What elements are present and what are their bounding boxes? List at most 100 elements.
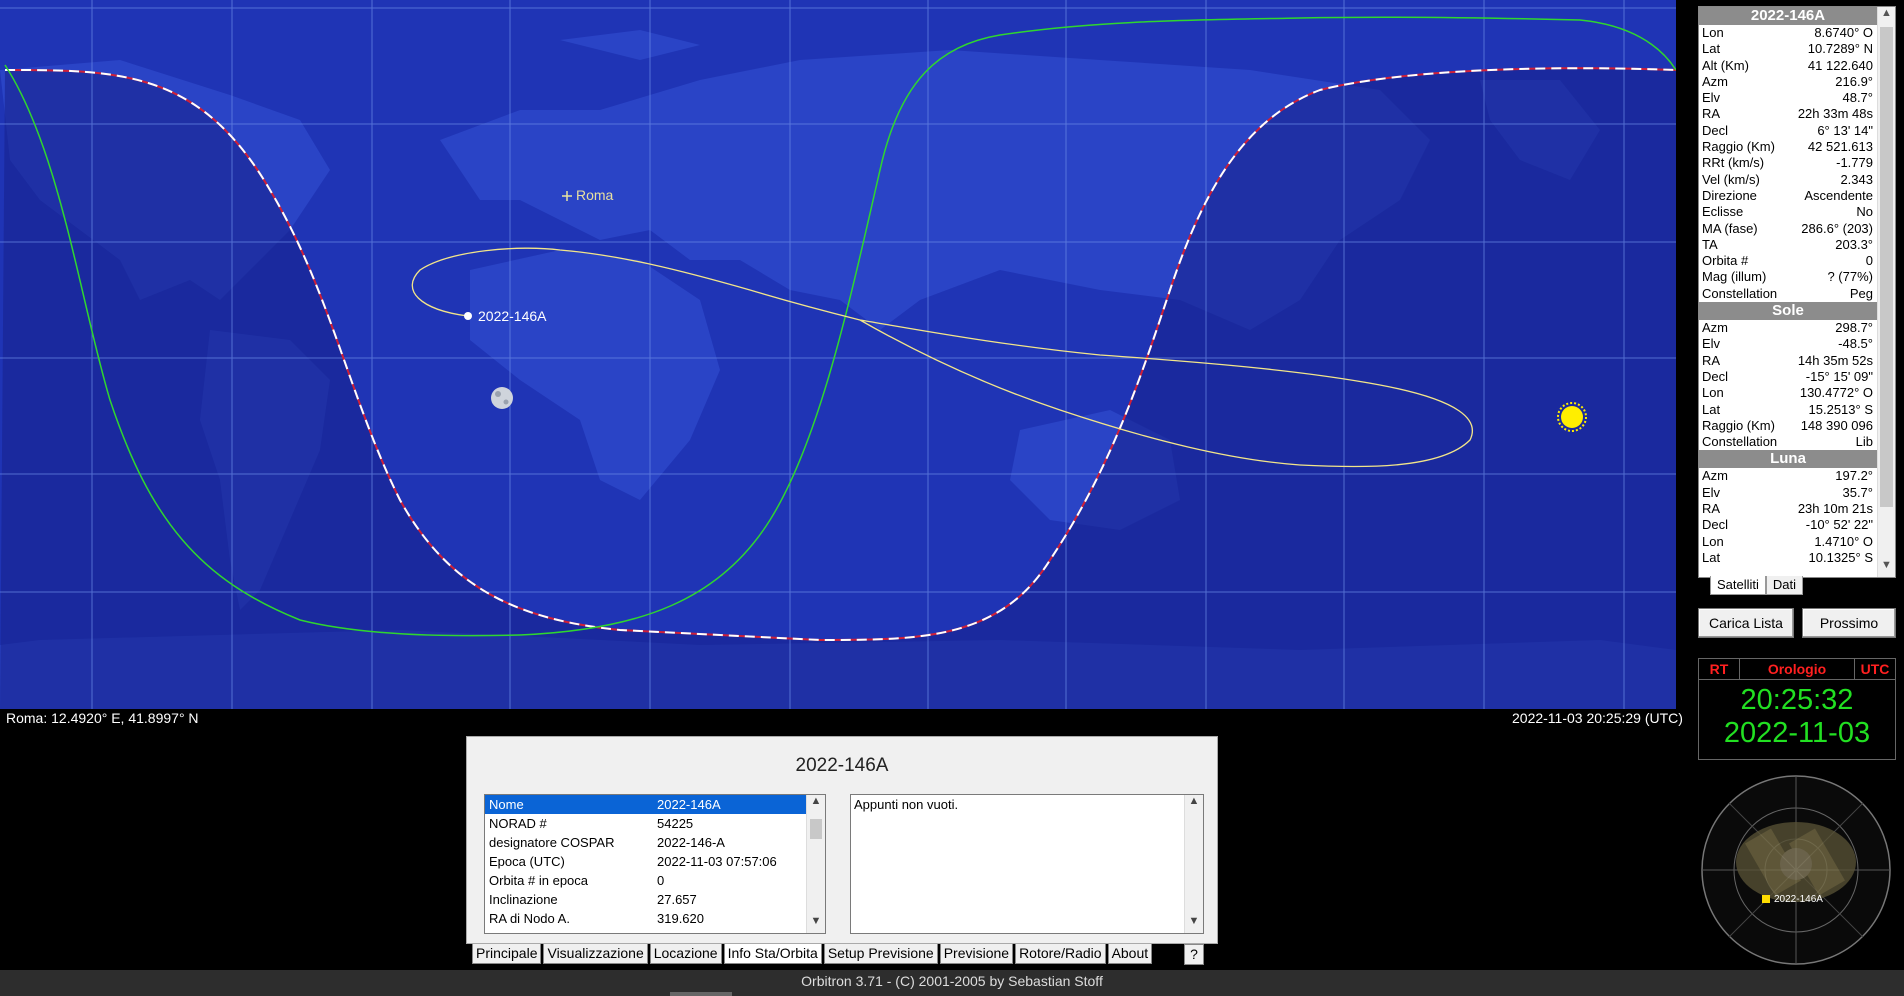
radar-satellite-marker[interactable] — [1762, 895, 1770, 903]
row-value: 298.7° — [1835, 320, 1873, 336]
row-key: TA — [1702, 236, 1718, 252]
scroll-down-icon[interactable]: ▼ — [807, 915, 825, 933]
radar-view[interactable]: 2022-146A — [1698, 772, 1894, 968]
tab-principale[interactable]: Principale — [472, 944, 542, 964]
data-row: Elv 35.7° — [1699, 485, 1877, 501]
row-key: Constellation — [1702, 434, 1778, 450]
tab-info-sta-orbita[interactable]: Info Sta/Orbita — [723, 944, 822, 964]
row-key: MA (fase) — [1702, 220, 1758, 236]
row-key: Decl — [1702, 368, 1729, 384]
row-value: 1.4710° O — [1814, 533, 1873, 549]
data-row: Constellation Peg — [1699, 286, 1877, 302]
tab-dati[interactable]: Dati — [1765, 576, 1804, 595]
scroll-up-icon[interactable]: ▲ — [1878, 7, 1895, 25]
row-key: Elv — [1702, 484, 1721, 500]
tab-setup-previsione[interactable]: Setup Previsione — [823, 944, 938, 964]
info-panel[interactable]: 2022-146A Lon 8.6740° O Lat 10.7289° N Alt (… — [1698, 6, 1896, 578]
row-key: Raggio (Km) — [1702, 139, 1775, 155]
row-value: 35.7° — [1842, 484, 1873, 500]
rt-toggle[interactable]: RT — [1699, 659, 1740, 679]
tab-about[interactable]: About — [1107, 944, 1153, 964]
tab-satelliti[interactable]: Satelliti — [1710, 576, 1766, 595]
row-key: RRt (km/s) — [1702, 155, 1765, 171]
property-row[interactable]: Orbita # in epoca 0 — [485, 871, 825, 890]
scroll-thumb[interactable] — [810, 819, 822, 839]
property-row[interactable]: Inclinazione 27.657 — [485, 890, 825, 909]
row-value: ? (77%) — [1827, 269, 1873, 285]
row-key: Lat — [1702, 401, 1721, 417]
radar-satellite-graphic — [1736, 822, 1856, 902]
satellite-section-title: 2022-146A — [1699, 7, 1877, 25]
clock-panel: RT Orologio UTC 20:25:32 2022-11-03 — [1698, 658, 1896, 760]
row-key: Elv — [1702, 336, 1721, 352]
property-row[interactable]: designatore COSPAR 2022-146-A — [485, 833, 825, 852]
notes-textarea[interactable]: Appunti non vuoti. ▲ ▼ — [850, 794, 1204, 934]
panel-scrollbar[interactable]: ▲ ▼ — [1877, 7, 1895, 577]
dialog-title: 2022-146A — [795, 755, 889, 776]
notes-scrollbar[interactable]: ▲ ▼ — [1184, 795, 1203, 933]
row-value: 0 — [657, 873, 665, 888]
data-row: Azm 298.7° — [1699, 320, 1877, 336]
row-value: 48.7° — [1842, 90, 1873, 106]
scroll-up-icon[interactable]: ▲ — [1185, 795, 1203, 813]
row-value: 216.9° — [1835, 73, 1873, 89]
row-value: 22h 33m 48s — [1797, 106, 1873, 122]
data-row: Raggio (Km) 42 521.613 — [1699, 139, 1877, 155]
map-timestamp: 2022-11-03 20:25:29 (UTC) — [1512, 710, 1683, 726]
row-value: 319.620 — [657, 911, 704, 926]
scroll-down-icon[interactable]: ▼ — [1878, 559, 1895, 577]
row-value: 2022-11-03 07:57:06 — [657, 854, 777, 869]
next-button[interactable]: Prossimo — [1802, 608, 1896, 638]
property-row[interactable]: Epoca (UTC) 2022-11-03 07:57:06 — [485, 852, 825, 871]
data-row: Elv 48.7° — [1699, 90, 1877, 106]
row-key: RA — [1702, 106, 1721, 122]
sun-section-title: Sole — [1699, 302, 1877, 321]
row-value: 27.657 — [657, 892, 697, 907]
world-map[interactable]: Roma 2022-146A — [0, 0, 1676, 709]
data-row: RA 14h 35m 52s — [1699, 353, 1877, 369]
row-value: 2022-146A — [657, 797, 721, 812]
data-row: RRt (km/s) -1.779 — [1699, 155, 1877, 171]
row-key: Decl — [1702, 122, 1729, 138]
data-row: Eclisse No — [1699, 204, 1877, 220]
properties-scrollbar[interactable]: ▲ ▼ — [806, 795, 825, 933]
tab-locazione[interactable]: Locazione — [649, 944, 722, 964]
clock-time: 20:25:32 — [1740, 684, 1854, 716]
row-key: Constellation — [1702, 285, 1778, 301]
property-row[interactable]: NORAD # 54225 — [485, 814, 825, 833]
row-key: Inclinazione — [489, 892, 558, 907]
satellite-info-dialog: 2022-146A Nome 2022-146A NORAD # 54225 desig… — [466, 736, 1218, 944]
row-value: Peg — [1849, 285, 1873, 301]
help-button[interactable]: ? — [1184, 944, 1204, 965]
row-key: Azm — [1702, 320, 1728, 336]
row-value: 42 521.613 — [1807, 139, 1873, 155]
data-row: Lon 130.4772° O — [1699, 385, 1877, 401]
row-key: designatore COSPAR — [489, 835, 615, 850]
scroll-up-icon[interactable]: ▲ — [807, 795, 825, 813]
satellite-label: 2022-146A — [478, 308, 547, 324]
scroll-thumb[interactable] — [1880, 27, 1893, 507]
load-list-button[interactable]: Carica Lista — [1698, 608, 1794, 638]
satellite-dot[interactable] — [464, 312, 472, 320]
row-key: Azm — [1702, 73, 1728, 89]
utc-toggle[interactable]: UTC — [1855, 659, 1895, 679]
row-value: 197.2° — [1835, 468, 1873, 484]
notes-text: Appunti non vuoti. — [854, 797, 959, 812]
tab-rotore-radio[interactable]: Rotore/Radio — [1015, 944, 1106, 964]
row-value: -15° 15' 09" — [1805, 368, 1873, 384]
row-value: 2022-146-A — [657, 835, 725, 850]
row-value: 23h 10m 21s — [1797, 501, 1873, 517]
tab-visualizzazione[interactable]: Visualizzazione — [543, 944, 648, 964]
clock-date: 2022-11-03 — [1723, 717, 1871, 749]
data-row: Raggio (Km) 148 390 096 — [1699, 418, 1877, 434]
scroll-down-icon[interactable]: ▼ — [1185, 915, 1203, 933]
property-row[interactable]: RA di Nodo A. 319.620 — [485, 909, 825, 928]
property-row[interactable]: Nome 2022-146A — [485, 795, 807, 814]
radar-satellite-label: 2022-146A — [1774, 894, 1823, 905]
data-row: Elv -48.5° — [1699, 336, 1877, 352]
sun-data-list: Azm 298.7° Elv -48.5° RA 14h 35m 52s Decl -15° … — [1699, 320, 1877, 450]
tab-previsione[interactable]: Previsione — [939, 944, 1014, 964]
row-value: 54225 — [657, 816, 694, 831]
row-value: Lib — [1855, 434, 1873, 450]
properties-list[interactable]: Nome 2022-146A NORAD # 54225 designatore COS… — [484, 794, 826, 934]
